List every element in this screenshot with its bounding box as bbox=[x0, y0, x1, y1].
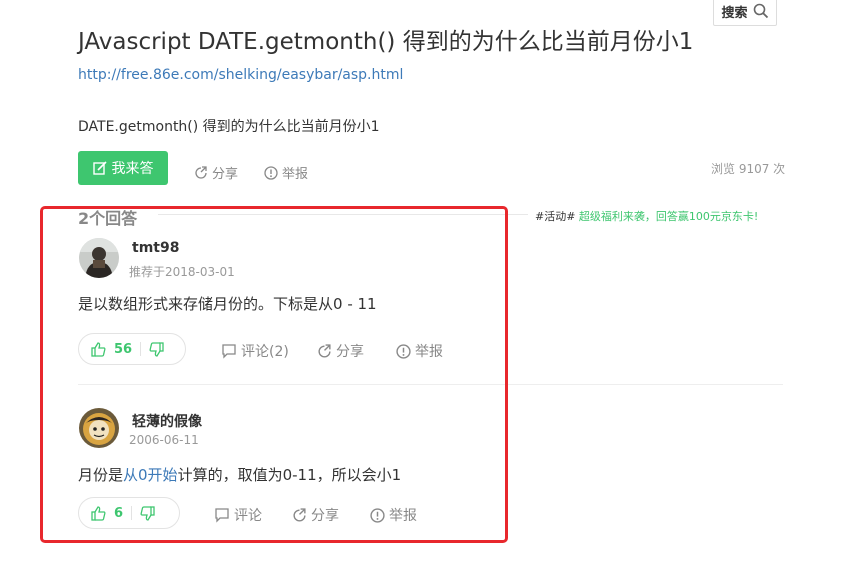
share-icon bbox=[194, 165, 208, 180]
report-icon bbox=[370, 507, 385, 523]
edit-icon bbox=[92, 161, 107, 175]
share-label: 分享 bbox=[311, 508, 339, 524]
report-answer-button[interactable]: 举报 bbox=[396, 341, 443, 361]
report-answer-button[interactable]: 举报 bbox=[370, 505, 417, 525]
answer-text: 是以数组形式来存储月份的。下标是从0 - 11 bbox=[78, 295, 377, 313]
answer-text-before: 月份是 bbox=[78, 466, 124, 484]
search-label: 搜索 bbox=[721, 5, 748, 21]
promo-tag: #活动# bbox=[535, 210, 576, 223]
answer-text-after: 计算的，取值为0-11，所以会小1 bbox=[177, 466, 402, 484]
answer-label: 我来答 bbox=[111, 161, 154, 177]
answer-date: 2006-06-11 bbox=[129, 433, 199, 447]
share-icon bbox=[292, 507, 307, 523]
search-button[interactable]: 搜索 bbox=[713, 0, 777, 26]
report-label: 举报 bbox=[415, 344, 443, 360]
vote-separator bbox=[131, 506, 133, 520]
answer-count-title: 2个回答 bbox=[78, 209, 138, 228]
vote-group: 56 bbox=[78, 333, 186, 365]
comment-label: 评论 bbox=[234, 508, 262, 524]
promo-banner[interactable]: #活动# 超级福利来袭，回答赢100元京东卡! bbox=[535, 208, 758, 224]
thumbs-down-icon[interactable] bbox=[140, 505, 155, 521]
comment-label: 评论(2) bbox=[241, 344, 289, 360]
report-icon bbox=[264, 165, 278, 180]
vote-separator bbox=[140, 342, 142, 356]
upvote-count: 6 bbox=[114, 505, 124, 521]
question-title: JAvascript DATE.getmonth() 得到的为什么比当前月份小1 bbox=[78, 29, 694, 55]
comment-button[interactable]: 评论(2) bbox=[221, 341, 289, 361]
comment-icon bbox=[221, 343, 237, 359]
share-answer-button[interactable]: 分享 bbox=[292, 505, 339, 525]
view-count: 浏览 9107 次 bbox=[711, 162, 786, 176]
answer-username[interactable]: tmt98 bbox=[132, 240, 179, 256]
share-label: 分享 bbox=[212, 167, 239, 182]
avatar[interactable] bbox=[79, 408, 119, 448]
question-description: DATE.getmonth() 得到的为什么比当前月份小1 bbox=[78, 119, 380, 135]
comment-button[interactable]: 评论 bbox=[214, 505, 262, 525]
upvote-count: 56 bbox=[114, 341, 133, 357]
report-label: 举报 bbox=[282, 167, 309, 182]
answer-count-divider bbox=[158, 214, 528, 215]
answer-username[interactable]: 轻薄的假像 bbox=[132, 411, 202, 431]
search-icon bbox=[753, 3, 769, 19]
avatar[interactable] bbox=[79, 238, 119, 278]
answer-button[interactable]: 我来答 bbox=[78, 151, 168, 185]
promo-text: 超级福利来袭，回答赢100元京东卡! bbox=[575, 210, 759, 223]
answer-divider bbox=[78, 384, 783, 385]
report-question-button[interactable]: 举报 bbox=[264, 163, 308, 182]
share-answer-button[interactable]: 分享 bbox=[317, 341, 364, 361]
source-link[interactable]: http://free.86e.com/shelking/easybar/asp… bbox=[78, 67, 403, 83]
thumbs-up-icon[interactable] bbox=[91, 505, 106, 521]
report-icon bbox=[396, 343, 411, 359]
answer-keyword-link[interactable]: 从0开始 bbox=[123, 466, 178, 484]
share-label: 分享 bbox=[336, 344, 364, 360]
answer-date: 推荐于2018-03-01 bbox=[129, 265, 235, 279]
thumbs-down-icon[interactable] bbox=[149, 341, 164, 357]
share-icon bbox=[317, 343, 332, 359]
answer-text: 月份是从0开始计算的，取值为0-11，所以会小1 bbox=[78, 464, 401, 485]
report-label: 举报 bbox=[389, 508, 417, 524]
comment-icon bbox=[214, 507, 230, 523]
share-question-button[interactable]: 分享 bbox=[194, 163, 238, 182]
thumbs-up-icon[interactable] bbox=[91, 341, 106, 357]
vote-group: 6 bbox=[78, 497, 180, 529]
